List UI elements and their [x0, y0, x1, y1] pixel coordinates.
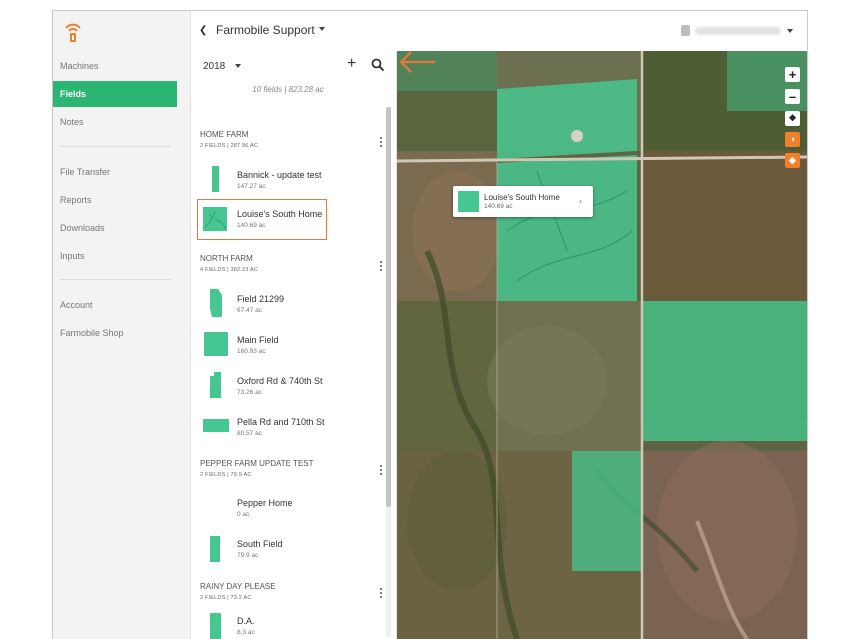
field-area: 8.3 ac: [237, 629, 255, 636]
popup-field-area: 140.69 ac: [484, 203, 513, 210]
field-shape-thumbnail: [210, 536, 220, 562]
back-chevron-icon[interactable]: ❮: [199, 25, 207, 36]
field-item[interactable]: Oxford Rd & 740th St 73.26 ac: [195, 367, 381, 405]
more-vertical-icon[interactable]: [380, 588, 383, 599]
field-item[interactable]: Field 21299 67.47 ac: [195, 285, 381, 323]
layers-icon[interactable]: ◈: [785, 153, 800, 168]
sidebar-item-inputs[interactable]: Inputs: [53, 243, 177, 269]
sidebar-item-reports[interactable]: Reports: [53, 187, 177, 213]
chevron-right-icon[interactable]: ›: [579, 196, 582, 206]
field-list-panel: 2018 + 10 fields | 823.28 ac HOME FARM 2…: [191, 51, 397, 639]
caret-down-icon: [787, 29, 793, 33]
season-selector[interactable]: 2018: [203, 61, 225, 72]
field-name: Field 21299: [237, 294, 285, 304]
sidebar-item-account[interactable]: Account: [53, 292, 177, 318]
field-name: Pella Rd and 710th St: [237, 417, 325, 427]
sidebar-item-machines[interactable]: Machines: [53, 53, 177, 79]
more-vertical-icon[interactable]: [380, 137, 383, 148]
field-shape-thumbnail: [210, 372, 221, 398]
field-area: 80.57 ac: [237, 430, 262, 437]
field-area: 140.69 ac: [237, 222, 266, 229]
field-shape-thumbnail: [458, 191, 479, 212]
annotation-arrow-icon: [399, 51, 435, 73]
field-name: D.A.: [237, 616, 255, 626]
search-icon[interactable]: [371, 58, 385, 72]
field-item[interactable]: D.A. 8.3 ac: [195, 607, 381, 639]
farmobile-logo-icon: [65, 23, 81, 42]
caret-down-icon[interactable]: [319, 27, 325, 31]
field-popup[interactable]: Louise's South Home 140.69 ac ›: [453, 186, 593, 217]
sidebar-item-farmobile-shop[interactable]: Farmobile Shop: [53, 320, 177, 346]
sidebar: Machines Fields Notes File Transfer Repo…: [53, 11, 191, 639]
farm-meta: 4 FIELDS | 382.23 AC: [200, 267, 259, 273]
field-area: 147.27 ac: [237, 183, 266, 190]
farm-meta: 2 FIELDS | 73.2 AC: [200, 595, 252, 601]
sidebar-item-notes[interactable]: Notes: [53, 109, 177, 135]
user-name-redacted: [695, 27, 781, 35]
scrollbar-thumb[interactable]: [386, 107, 391, 507]
fullscreen-icon[interactable]: ❖: [785, 111, 800, 126]
field-item-selected[interactable]: Louise's South Home 140.69 ac: [197, 199, 327, 240]
sidebar-item-file-transfer[interactable]: File Transfer: [53, 159, 177, 185]
farm-name: RAINY DAY PLEASE: [200, 582, 276, 591]
farm-name: NORTH FARM: [200, 254, 253, 263]
field-shape-thumbnail: [203, 207, 227, 231]
field-item[interactable]: Bannick - update test 147.27 ac: [195, 161, 381, 199]
field-area: 73.26 ac: [237, 389, 262, 396]
field-shape-thumbnail: [204, 332, 228, 356]
more-vertical-icon[interactable]: [380, 465, 383, 476]
field-shape-thumbnail: [212, 166, 219, 192]
basemap-toggle-icon[interactable]: ◑: [785, 132, 800, 147]
field-area: 0 ac: [237, 511, 250, 518]
field-item[interactable]: South Field 79.9 ac: [195, 530, 381, 568]
sidebar-item-downloads[interactable]: Downloads: [53, 215, 177, 241]
caret-down-icon[interactable]: [235, 64, 241, 68]
add-field-button[interactable]: +: [347, 55, 356, 73]
sidebar-divider: [59, 279, 171, 280]
field-name: Main Field: [237, 335, 279, 345]
farm-meta: 2 FIELDS | 287.96 AC: [200, 143, 259, 149]
more-vertical-icon[interactable]: [380, 261, 383, 272]
satellite-imagery: [397, 51, 807, 639]
field-area: 67.47 ac: [237, 307, 262, 314]
field-item[interactable]: Pella Rd and 710th St 80.57 ac: [195, 408, 381, 446]
sidebar-divider: [59, 146, 171, 147]
user-icon: [681, 25, 690, 36]
satellite-map[interactable]: + – ❖ ◑ ◈ Louise's South Home 140.69 ac …: [397, 51, 807, 639]
field-name: South Field: [237, 539, 283, 549]
zoom-in-button[interactable]: +: [785, 67, 800, 82]
field-name: Oxford Rd & 740th St: [237, 376, 323, 386]
top-bar: ❮ Farmobile Support: [191, 11, 807, 51]
org-selector[interactable]: Farmobile Support: [216, 23, 315, 37]
farm-meta: 2 FIELDS | 79.9 AC: [200, 472, 252, 478]
field-item[interactable]: Pepper Home 0 ac: [195, 489, 381, 527]
farm-name: PEPPER FARM UPDATE TEST: [200, 459, 314, 468]
field-name: Pepper Home: [237, 498, 293, 508]
field-shape-thumbnail: [210, 613, 221, 639]
sidebar-item-fields[interactable]: Fields: [53, 81, 177, 107]
field-area: 160.93 ac: [237, 348, 266, 355]
popup-field-name: Louise's South Home: [484, 193, 560, 202]
app-window: Machines Fields Notes File Transfer Repo…: [52, 10, 808, 639]
field-name: Bannick - update test: [237, 170, 322, 180]
field-name: Louise's South Home: [237, 209, 323, 219]
field-area: 79.9 ac: [237, 552, 259, 559]
field-item[interactable]: Main Field 160.93 ac: [195, 326, 381, 364]
zoom-out-button[interactable]: –: [785, 89, 800, 104]
field-shape-thumbnail: [210, 289, 222, 317]
farm-name: HOME FARM: [200, 130, 249, 139]
fields-summary: 10 fields | 823.28 ac: [252, 85, 324, 94]
user-menu[interactable]: [681, 24, 793, 38]
field-shape-thumbnail: [203, 419, 229, 432]
